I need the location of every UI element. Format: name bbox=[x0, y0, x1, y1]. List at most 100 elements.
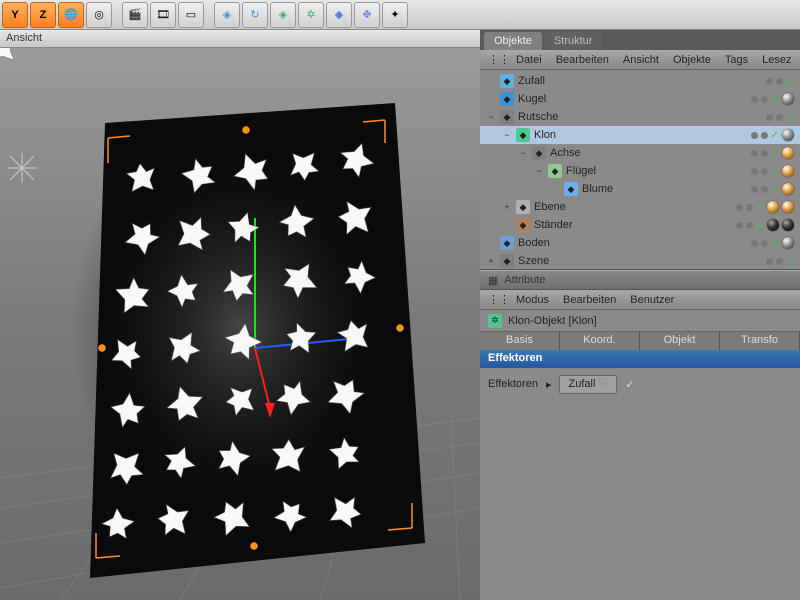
deformer-button[interactable]: ◆ bbox=[326, 2, 352, 28]
tab-transfo[interactable]: Transfo bbox=[720, 332, 800, 350]
grip-icon: ⋮⋮ bbox=[488, 293, 502, 306]
target-button[interactable]: ◎ bbox=[86, 2, 112, 28]
object-icon: ◆ bbox=[516, 128, 530, 142]
reload-button[interactable]: ↻ bbox=[242, 2, 268, 28]
render-dot[interactable] bbox=[776, 258, 783, 265]
tree-row-blume[interactable]: ◆ Blume ✓ bbox=[480, 180, 800, 198]
scene-button[interactable]: ✦ bbox=[382, 2, 408, 28]
render-button[interactable]: ▭ bbox=[178, 2, 204, 28]
menu-datei[interactable]: Datei bbox=[516, 54, 542, 66]
render-dot[interactable] bbox=[746, 222, 753, 229]
tree-row-zufall[interactable]: ◆ Zufall ✓ bbox=[480, 72, 800, 90]
material-tag[interactable] bbox=[782, 147, 794, 159]
globe-button[interactable]: 🌐 bbox=[58, 2, 84, 28]
enable-check-icon[interactable]: ✓ bbox=[786, 256, 794, 267]
visibility-dot[interactable] bbox=[751, 150, 758, 157]
menu-modus[interactable]: Modus bbox=[516, 294, 549, 306]
expand-button[interactable]: ✥ bbox=[354, 2, 380, 28]
material-tag[interactable] bbox=[782, 165, 794, 177]
check-icon[interactable]: ✓ bbox=[625, 378, 634, 391]
object-tree[interactable]: ◆ Zufall ✓ ◆ Kugel ✓ − ◆ Rutsche ✓ − ◆ K… bbox=[480, 70, 800, 270]
material-tag[interactable] bbox=[767, 219, 779, 231]
tab-struktur[interactable]: Struktur bbox=[544, 32, 603, 50]
render-dot[interactable] bbox=[776, 114, 783, 121]
menu-benutzer[interactable]: Benutzer bbox=[630, 294, 674, 306]
expand-icon[interactable]: − bbox=[534, 166, 544, 176]
generator-button[interactable]: ◈ bbox=[270, 2, 296, 28]
tree-row-ebene[interactable]: + ◆ Ebene ✓ bbox=[480, 198, 800, 216]
expand-icon[interactable]: − bbox=[486, 112, 496, 122]
visibility-dot[interactable] bbox=[751, 132, 758, 139]
material-tag[interactable] bbox=[782, 93, 794, 105]
visibility-dot[interactable] bbox=[736, 222, 743, 229]
tab-objekte[interactable]: Objekte bbox=[484, 32, 542, 50]
enable-check-icon[interactable]: ✓ bbox=[771, 130, 779, 141]
mograph-button[interactable]: ✲ bbox=[298, 2, 324, 28]
expand-icon[interactable]: − bbox=[518, 148, 528, 158]
menu-bearbeiten2[interactable]: Bearbeiten bbox=[563, 294, 616, 306]
effector-link-field[interactable]: Zufall ⎘ bbox=[559, 375, 617, 394]
tree-row-klon[interactable]: − ◆ Klon ✓ bbox=[480, 126, 800, 144]
tab-objekt[interactable]: Objekt bbox=[640, 332, 720, 350]
viewport-canvas[interactable] bbox=[0, 48, 480, 600]
menu-tags[interactable]: Tags bbox=[725, 54, 748, 66]
render-dot[interactable] bbox=[776, 78, 783, 85]
tree-row-achse[interactable]: − ◆ Achse ✓ bbox=[480, 144, 800, 162]
visibility-dot[interactable] bbox=[751, 240, 758, 247]
tree-row-boden[interactable]: ◆ Boden ✓ bbox=[480, 234, 800, 252]
render-dot[interactable] bbox=[761, 150, 768, 157]
axis-z-button[interactable]: Z bbox=[30, 2, 56, 28]
tree-row-szene[interactable]: + ◆ Szene ✓ bbox=[480, 252, 800, 270]
enable-check-icon[interactable]: ✓ bbox=[771, 94, 779, 105]
material-tag[interactable] bbox=[782, 183, 794, 195]
visibility-dot[interactable] bbox=[766, 78, 773, 85]
render-dot[interactable] bbox=[746, 204, 753, 211]
enable-check-icon[interactable]: ✓ bbox=[771, 148, 779, 159]
render-dot[interactable] bbox=[761, 132, 768, 139]
render-dot[interactable] bbox=[761, 240, 768, 247]
enable-check-icon[interactable]: ✓ bbox=[771, 166, 779, 177]
render-dot[interactable] bbox=[761, 168, 768, 175]
tree-row-kugel[interactable]: ◆ Kugel ✓ bbox=[480, 90, 800, 108]
enable-check-icon[interactable]: ✓ bbox=[756, 220, 764, 231]
effector-value: Zufall bbox=[568, 378, 595, 390]
visibility-dot[interactable] bbox=[751, 96, 758, 103]
object-icon: ◆ bbox=[500, 236, 514, 250]
film-button[interactable]: 🎞 bbox=[150, 2, 176, 28]
enable-check-icon[interactable]: ✓ bbox=[771, 238, 779, 249]
tab-koord[interactable]: Koord. bbox=[560, 332, 640, 350]
axis-y-button[interactable]: Y bbox=[2, 2, 28, 28]
menu-objekte[interactable]: Objekte bbox=[673, 54, 711, 66]
visibility-dot[interactable] bbox=[736, 204, 743, 211]
visibility-dot[interactable] bbox=[766, 114, 773, 121]
tree-row-flügel[interactable]: − ◆ Flügel ✓ bbox=[480, 162, 800, 180]
enable-check-icon[interactable]: ✓ bbox=[786, 76, 794, 87]
enable-check-icon[interactable]: ✓ bbox=[756, 202, 764, 213]
menu-ansicht[interactable]: Ansicht bbox=[623, 54, 659, 66]
material-tag[interactable] bbox=[782, 237, 794, 249]
tree-row-ständer[interactable]: ◆ Ständer ✓ bbox=[480, 216, 800, 234]
material-tag[interactable] bbox=[782, 201, 794, 213]
expand-icon[interactable]: + bbox=[486, 256, 496, 266]
material-tag[interactable] bbox=[767, 201, 779, 213]
object-icon: ◆ bbox=[564, 182, 578, 196]
enable-check-icon[interactable]: ✓ bbox=[786, 112, 794, 123]
menu-lesez[interactable]: Lesez bbox=[762, 54, 791, 66]
menu-bearbeiten[interactable]: Bearbeiten bbox=[556, 54, 609, 66]
object-icon: ◆ bbox=[500, 92, 514, 106]
grip-icon: ⋮⋮ bbox=[488, 53, 502, 66]
tab-basis[interactable]: Basis bbox=[480, 332, 560, 350]
primitive-button[interactable]: ◈ bbox=[214, 2, 240, 28]
clapper-button[interactable]: 🎬 bbox=[122, 2, 148, 28]
render-dot[interactable] bbox=[761, 186, 768, 193]
material-tag[interactable] bbox=[782, 219, 794, 231]
visibility-dot[interactable] bbox=[751, 186, 758, 193]
expand-icon[interactable]: − bbox=[502, 130, 512, 140]
expand-icon[interactable]: + bbox=[502, 202, 512, 212]
material-tag[interactable] bbox=[782, 129, 794, 141]
visibility-dot[interactable] bbox=[766, 258, 773, 265]
visibility-dot[interactable] bbox=[751, 168, 758, 175]
tree-row-rutsche[interactable]: − ◆ Rutsche ✓ bbox=[480, 108, 800, 126]
enable-check-icon[interactable]: ✓ bbox=[771, 184, 779, 195]
render-dot[interactable] bbox=[761, 96, 768, 103]
